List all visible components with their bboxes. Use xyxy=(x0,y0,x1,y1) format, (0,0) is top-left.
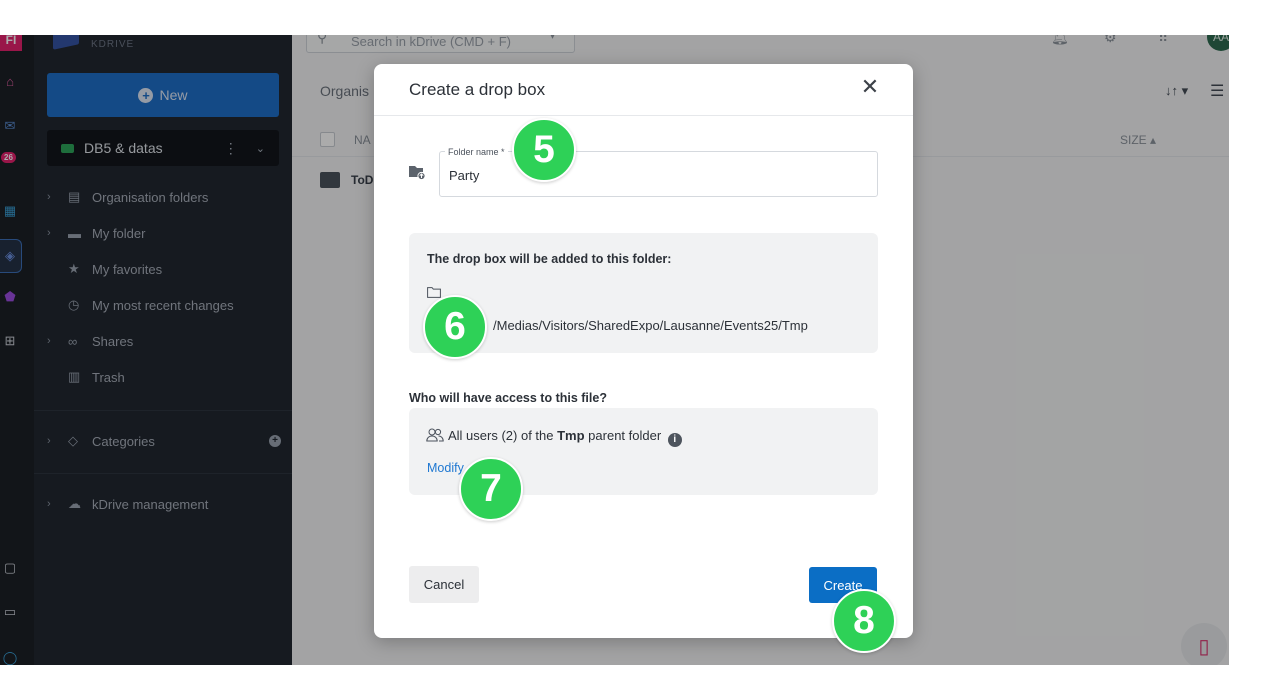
folder-name-label: Folder name * xyxy=(445,147,508,157)
folder-upload-icon xyxy=(409,166,426,180)
access-question: Who will have access to this file? xyxy=(409,391,607,405)
destination-path: /Medias/Visitors/SharedExpo/Lausanne/Eve… xyxy=(493,318,808,333)
access-description: All users (2) of the Tmp parent folder i xyxy=(448,428,682,447)
cancel-button[interactable]: Cancel xyxy=(409,566,479,603)
dialog-divider xyxy=(374,115,913,116)
step-marker-6: 6 xyxy=(423,295,487,359)
info-icon[interactable]: i xyxy=(667,433,682,447)
dialog-title: Create a drop box xyxy=(409,80,546,99)
step-marker-8: 8 xyxy=(832,589,896,653)
folder-name-input[interactable] xyxy=(449,168,849,183)
folder-outline-icon xyxy=(427,287,441,298)
step-marker-5: 5 xyxy=(512,118,576,182)
close-icon[interactable]: ✕ xyxy=(858,76,882,100)
modify-link[interactable]: Modify xyxy=(427,461,464,475)
kdrive-window: FI ⌂ ✉ 26 ▦ ◈ ⬟ ⊞ ▢ ▭ ◯ KDRIVE + New DB5… xyxy=(0,35,1229,665)
destination-title: The drop box will be added to this folde… xyxy=(427,252,672,266)
users-icon xyxy=(426,428,444,442)
step-marker-7: 7 xyxy=(459,457,523,521)
